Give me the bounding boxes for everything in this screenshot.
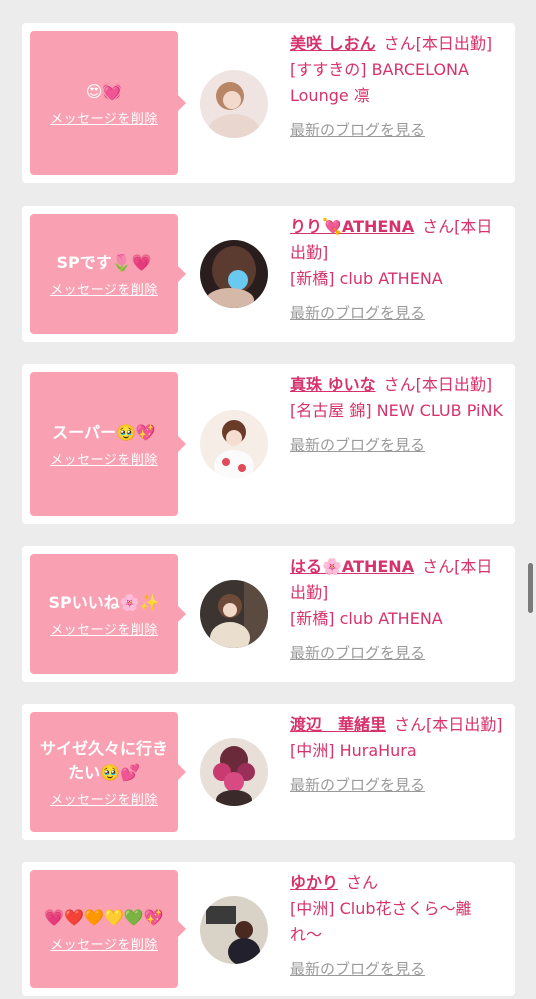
shop-name: [新橋] club ATHENA bbox=[290, 609, 443, 628]
delete-message-link[interactable]: メッセージを削除 bbox=[50, 449, 158, 468]
message-bubble: スーパー🥹💖 メッセージを削除 bbox=[30, 372, 186, 516]
message-text: スーパー🥹💖 bbox=[52, 422, 156, 442]
cast-name-link[interactable]: りり💘ATHENA bbox=[290, 217, 414, 236]
delete-message-link[interactable]: メッセージを削除 bbox=[50, 934, 158, 953]
latest-blog-link[interactable]: 最新のブログを見る bbox=[290, 432, 425, 458]
shop-name: [名古屋 錦] NEW CLUB PiNK bbox=[290, 401, 503, 420]
message-text: 😍💓 bbox=[85, 81, 123, 101]
message-bubble: SPいいね🌸✨ メッセージを削除 bbox=[30, 554, 186, 674]
avatar[interactable] bbox=[200, 240, 268, 308]
delete-message-link[interactable]: メッセージを削除 bbox=[50, 789, 158, 808]
list-item: 😍💓 メッセージを削除 美咲 しおん さん[本日出勤] [すすきの] BARCEL… bbox=[22, 23, 515, 183]
cast-info: 美咲 しおん さん[本日出勤] [すすきの] BARCELONA Lounge 凛… bbox=[290, 31, 503, 143]
list-item: 💗❤️🧡💛💚💖 メッセージを削除 ゆかり さん [中洲] Club花さくら〜離れ〜… bbox=[22, 862, 515, 996]
honorific: さん bbox=[346, 873, 379, 892]
delete-message-link[interactable]: メッセージを削除 bbox=[50, 279, 158, 298]
scrollbar[interactable] bbox=[528, 563, 533, 613]
list-item: サイゼ久々に行きたい🥹💕 メッセージを削除 渡辺 華緒里 さん[本日出勤] [中洲… bbox=[22, 704, 515, 840]
list-item: SPです🌷💗 メッセージを削除 りり💘ATHENA さん[本日出勤] [新橋] c… bbox=[22, 206, 515, 342]
cast-info: りり💘ATHENA さん[本日出勤] [新橋] club ATHENA 最新のブロ… bbox=[290, 214, 503, 326]
message-text: SPです🌷💗 bbox=[56, 252, 152, 272]
shop-name: [新橋] club ATHENA bbox=[290, 269, 443, 288]
avatar[interactable] bbox=[200, 580, 268, 648]
status-text: [本日出勤] bbox=[415, 34, 493, 53]
latest-blog-link[interactable]: 最新のブログを見る bbox=[290, 956, 425, 982]
message-text: サイゼ久々に行きたい🥹💕 bbox=[39, 738, 168, 782]
honorific: さん bbox=[422, 557, 455, 576]
message-bubble: 💗❤️🧡💛💚💖 メッセージを削除 bbox=[30, 870, 186, 988]
avatar[interactable] bbox=[200, 70, 268, 138]
latest-blog-link[interactable]: 最新のブログを見る bbox=[290, 772, 425, 798]
shop-name: [中洲] Club花さくら〜離れ〜 bbox=[290, 899, 472, 944]
status-text: [本日出勤] bbox=[415, 375, 493, 394]
honorific: さん bbox=[383, 34, 416, 53]
honorific: さん bbox=[394, 715, 427, 734]
message-text: 💗❤️🧡💛💚💖 bbox=[44, 907, 164, 927]
message-bubble: サイゼ久々に行きたい🥹💕 メッセージを削除 bbox=[30, 712, 186, 832]
list-item: スーパー🥹💖 メッセージを削除 真珠 ゆいな さん[本日出勤] [名古屋 錦] N… bbox=[22, 364, 515, 524]
cast-name-link[interactable]: 真珠 ゆいな bbox=[290, 375, 376, 394]
cast-name-link[interactable]: 美咲 しおん bbox=[290, 34, 376, 53]
cast-info: ゆかり さん [中洲] Club花さくら〜離れ〜 最新のブログを見る bbox=[290, 870, 503, 982]
honorific: さん bbox=[422, 217, 455, 236]
latest-blog-link[interactable]: 最新のブログを見る bbox=[290, 117, 425, 143]
avatar[interactable] bbox=[200, 896, 268, 964]
latest-blog-link[interactable]: 最新のブログを見る bbox=[290, 640, 425, 666]
delete-message-link[interactable]: メッセージを削除 bbox=[50, 108, 158, 127]
delete-message-link[interactable]: メッセージを削除 bbox=[50, 619, 158, 638]
cast-name-link[interactable]: はる🌸ATHENA bbox=[290, 557, 414, 576]
shop-name: [中洲] HuraHura bbox=[290, 741, 417, 760]
avatar[interactable] bbox=[200, 738, 268, 806]
latest-blog-link[interactable]: 最新のブログを見る bbox=[290, 300, 425, 326]
message-text: SPいいね🌸✨ bbox=[48, 592, 160, 612]
list-item: SPいいね🌸✨ メッセージを削除 はる🌸ATHENA さん[本日出勤] [新橋] … bbox=[22, 546, 515, 682]
cast-name-link[interactable]: ゆかり bbox=[290, 873, 338, 892]
cast-info: はる🌸ATHENA さん[本日出勤] [新橋] club ATHENA 最新のブロ… bbox=[290, 554, 503, 666]
shop-name: [すすきの] BARCELONA Lounge 凛 bbox=[290, 60, 469, 105]
cast-info: 真珠 ゆいな さん[本日出勤] [名古屋 錦] NEW CLUB PiNK 最新の… bbox=[290, 372, 503, 458]
honorific: さん bbox=[383, 375, 416, 394]
message-bubble: SPです🌷💗 メッセージを削除 bbox=[30, 214, 186, 334]
cast-info: 渡辺 華緒里 さん[本日出勤] [中洲] HuraHura 最新のブログを見る bbox=[290, 712, 503, 798]
message-bubble: 😍💓 メッセージを削除 bbox=[30, 31, 186, 175]
status-text: [本日出勤] bbox=[426, 715, 503, 734]
avatar[interactable] bbox=[200, 410, 268, 478]
cast-name-link[interactable]: 渡辺 華緒里 bbox=[290, 715, 386, 734]
